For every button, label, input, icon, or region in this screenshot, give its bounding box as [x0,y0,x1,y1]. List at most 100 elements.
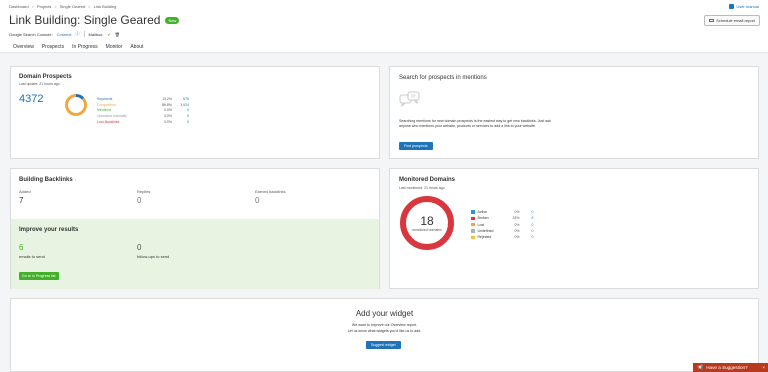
row-label: Broken [477,216,489,221]
legend-swatch [471,210,475,214]
stat-label: emails to send [19,254,45,259]
trash-icon[interactable]: 🗑 [115,32,120,37]
earned-backlinks-stat: Earned backlinks 0 [255,189,285,205]
followups-stat: 0 follow-ups to send [137,243,169,259]
suggestion-tab[interactable]: 📢 Have a Suggestion? × [693,363,768,372]
breadcrumb: Dashboard > Projects > Single Geared > L… [9,4,116,9]
breadcrumb-dashboard[interactable]: Dashboard [9,4,29,9]
monitored-center: 18 monitored domains [398,194,456,252]
add-widget-card: Add your widget We want to improve our O… [10,298,759,372]
domain-prospects-total[interactable]: 4372 [19,93,43,105]
breadcrumb-current: Link Building [93,4,117,9]
monitored-legend: Active 0% 0 Broken 33% 6 Lost 0% 0 Undef… [471,209,534,240]
row-count[interactable]: 0 [172,120,189,124]
megaphone-icon: 📢 [697,364,704,371]
row-percent: 0.0% [164,108,172,113]
stat-label: follow-ups to send [137,254,170,259]
user-manual-link[interactable]: User manual [729,4,759,9]
row-label: Mentions [97,108,112,113]
go-to-in-progress-button[interactable]: Go to In Progress list [19,272,59,280]
breadcrumb-projects[interactable]: Projects [37,4,51,9]
close-icon[interactable]: × [762,365,765,370]
monitored-domains-title: Monitored Domains [399,177,456,183]
row-count[interactable]: 0 [172,108,189,112]
mentions-title: Search for prospects in mentions [399,75,487,81]
breadcrumb-separator: > [88,4,91,9]
legend-row-rejected: Rejected 0% 0 [471,234,534,240]
widget-desc-line: Let us know what widgets you'd like us t… [347,328,422,333]
row-percent: 0% [514,222,520,227]
replies-stat: Replies 0 [137,189,150,205]
suggestion-label: Have a Suggestion? [706,365,748,370]
breadcrumb-project[interactable]: Single Geared [60,4,86,9]
legend-swatch [471,216,475,221]
schedule-email-button[interactable]: Schedule email report [704,15,760,26]
prospects-donut [64,93,88,117]
improve-title: Improve your results [19,227,79,233]
prospects-row-lost-backlinks: Lost Backlinks 0.0% 0 [97,119,189,125]
legend-swatch [471,222,475,227]
added-stat: Added 7 [19,189,31,205]
row-count[interactable]: 0 [520,210,534,214]
row-label: Rejected [477,235,492,240]
row-label: Competitors [97,102,116,107]
monitored-domains-card: Monitored Domains Last monitored: 21 hou… [389,168,759,289]
legend-swatch [471,235,475,240]
stat-label: Added [19,189,31,194]
page-title: Link Building: Single Geared [9,13,161,27]
info-icon: ⓘ [75,31,80,36]
row-percent: 0% [514,235,520,240]
stat-value[interactable]: 6 [19,243,45,252]
row-label: Keywords [97,96,113,101]
suggest-widget-button[interactable]: Suggest widget [366,341,401,349]
breadcrumb-separator: > [31,4,34,9]
domain-prospects-card: Domain Prospects Last update: 21 hours a… [10,66,380,159]
divider [83,31,85,37]
improve-results-panel: Improve your results 6 emails to send 0 … [11,219,379,289]
domain-prospects-title: Domain Prospects [19,74,72,80]
stat-value: 0 [137,196,142,205]
prospects-breakdown: Keywords 13.2% 576 Competitors 86.8% 3,9… [97,96,189,125]
stat-label: Replies [137,189,151,194]
info-icon[interactable]: i [75,177,76,182]
row-count[interactable]: 0 [520,229,534,233]
building-backlinks-title: Building Backlinks i [19,177,76,183]
row-label: Undefined [477,229,494,234]
row-count[interactable]: 0 [520,235,534,239]
find-prospects-button[interactable]: Find prospects [399,142,433,150]
title-row: Link Building: Single Geared New [9,13,180,27]
add-widget-title: Add your widget [355,309,414,318]
mentions-description: Searching mentions for new domain prospe… [399,119,551,128]
gsc-connect-link[interactable]: Connect [57,32,72,37]
monitored-total: 18 [420,213,434,228]
row-count[interactable]: 3,924 [172,103,189,107]
stat-value: 0 [137,243,142,252]
add-widget-description: We want to improve our Overview report. … [11,323,758,334]
row-count[interactable]: 0 [172,114,189,118]
stat-label: Earned backlinks [255,189,286,194]
building-backlinks-title-text: Building Backlinks [19,177,73,183]
monitored-updated: Last monitored: 21 hours ago [399,186,445,190]
building-backlinks-card: Building Backlinks i Added 7 Replies 0 Ea… [10,168,380,289]
gsc-label: Google Search Console: [9,31,53,37]
row-percent: 33% [512,216,520,221]
row-percent: 0% [514,229,520,234]
mentions-card: Search for prospects in mentions Searchi… [389,66,759,159]
stat-value[interactable]: 7 [19,196,31,205]
row-count[interactable]: 576 [172,97,189,101]
chat-bubbles-icon [399,91,421,107]
legend-swatch [471,229,475,233]
stat-value: 0 [255,196,260,205]
row-percent: 0.0% [164,120,172,125]
row-count[interactable]: 6 [520,216,534,220]
emails-to-send-stat: 6 emails to send [19,243,45,259]
row-label: Active [477,210,488,215]
row-label: Lost Backlinks [97,120,120,125]
row-label: Uploaded manually [97,114,127,119]
row-percent: 0.0% [164,114,172,119]
row-count[interactable]: 0 [520,223,534,227]
new-badge: New [165,16,180,24]
row-percent: 86.8% [162,102,172,107]
schedule-label: Schedule email report [716,18,755,23]
book-icon [729,4,735,9]
